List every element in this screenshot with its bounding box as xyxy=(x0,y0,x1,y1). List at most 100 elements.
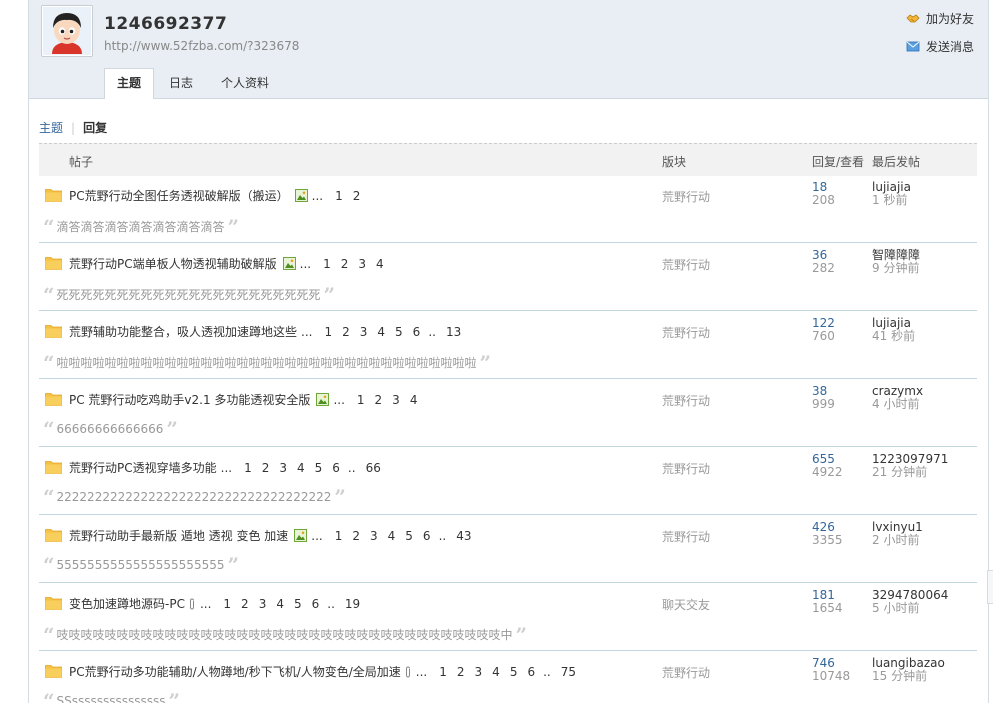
view-count: 10748 xyxy=(812,669,851,683)
page-link[interactable]: 4 xyxy=(377,325,385,339)
page-link[interactable]: 5 xyxy=(395,325,403,339)
avatar[interactable] xyxy=(41,5,93,57)
page-link[interactable]: 1 xyxy=(335,529,343,543)
thread-title-link[interactable]: 荒野行动PC透视穿墙多功能 xyxy=(69,459,217,476)
thread-counts: 426 3355 xyxy=(812,521,843,547)
page-link[interactable]: 1 xyxy=(223,597,231,611)
open-quote-icon: “ xyxy=(43,553,55,577)
page-link[interactable]: 5 xyxy=(294,597,302,611)
page-link[interactable]: 3 xyxy=(370,529,378,543)
thread-forum-link[interactable]: 荒野行动 xyxy=(662,664,710,681)
thread-forum-link[interactable]: 荒野行动 xyxy=(662,528,710,545)
page-link[interactable]: 3 xyxy=(259,597,267,611)
page-more: .. xyxy=(428,324,436,339)
thread-forum-link[interactable]: 荒野行动 xyxy=(662,188,710,205)
page-link[interactable]: 1 xyxy=(244,461,252,475)
table-row: PC 荒野行动吃鸡助手v2.1 多功能透视安全版... 1 2 3 4 荒野行动 38 999… xyxy=(39,379,977,447)
page-link[interactable]: 6 xyxy=(413,325,421,339)
page-link[interactable]: 1 xyxy=(439,665,447,679)
page-link-last[interactable]: 43 xyxy=(456,529,471,543)
thread-forum-link[interactable]: 聊天交友 xyxy=(662,596,710,613)
thread-title-link[interactable]: 变色加速蹲地源码-PC xyxy=(69,595,185,612)
column-post: 帖子 xyxy=(69,155,94,169)
page-link[interactable]: 4 xyxy=(388,529,396,543)
page-link[interactable]: 2 xyxy=(341,257,349,271)
last-post-time: 15 分钟前 xyxy=(872,669,928,683)
reply-quote-text[interactable]: 66666666666666 xyxy=(57,422,164,436)
page-link-last[interactable]: 19 xyxy=(345,597,360,611)
page-link-last[interactable]: 13 xyxy=(446,325,461,339)
page-link[interactable]: 2 xyxy=(262,461,270,475)
thread-title-link[interactable]: PC 荒野行动吃鸡助手v2.1 多功能透视安全版 xyxy=(69,391,310,408)
page-link[interactable]: 3 xyxy=(279,461,287,475)
add-friend-button[interactable]: 加为好友 xyxy=(906,10,974,26)
page-link[interactable]: 6 xyxy=(423,529,431,543)
page-link[interactable]: 1 xyxy=(323,257,331,271)
reply-quote-text[interactable]: SSsssssssssssssss xyxy=(57,694,166,703)
thread-title-link[interactable]: PC荒野行动多功能辅助/人物蹲地/秒下飞机/人物变色/全局加速 xyxy=(69,663,401,680)
last-post-time: 1 秒前 xyxy=(872,193,908,207)
page-link[interactable]: 2 xyxy=(375,393,383,407)
reply-quote-text[interactable]: 啦啦啦啦啦啦啦啦啦啦啦啦啦啦啦啦啦啦啦啦啦啦啦啦啦啦啦啦啦啦啦啦啦啦啦 xyxy=(57,354,477,371)
title-ellipsis: ... xyxy=(299,256,312,271)
side-scroll-handle[interactable] xyxy=(987,570,993,604)
subnav-replies-current[interactable]: 回复 xyxy=(83,121,107,135)
thread-forum-link[interactable]: 荒野行动 xyxy=(662,392,710,409)
thread-title-link[interactable]: 荒野行动PC端单板人物透视辅助破解版 xyxy=(69,255,277,272)
page-link[interactable]: 4 xyxy=(492,665,500,679)
tab-blog[interactable]: 日志 xyxy=(156,68,206,98)
thread-counts: 122 760 xyxy=(812,317,835,343)
reply-quote-text[interactable]: 222222222222222222222222222222222222 xyxy=(57,490,332,504)
page-link[interactable]: 3 xyxy=(392,393,400,407)
page-link[interactable]: 3 xyxy=(360,325,368,339)
page-link[interactable]: 1 xyxy=(335,189,343,203)
page-link[interactable]: 2 xyxy=(352,529,360,543)
tab-threads[interactable]: 主题 xyxy=(104,68,155,99)
page-link[interactable]: 6 xyxy=(332,461,340,475)
reply-quote-text[interactable]: 死死死死死死死死死死死死死死死死死死死死死死 xyxy=(57,286,321,303)
folder-icon xyxy=(45,325,62,338)
page-link[interactable]: 1 xyxy=(357,393,365,407)
page-link[interactable]: 4 xyxy=(276,597,284,611)
page-link[interactable]: 2 xyxy=(353,189,361,203)
page-link[interactable]: 4 xyxy=(376,257,384,271)
page-link[interactable]: 2 xyxy=(342,325,350,339)
thread-title-link[interactable]: 荒野辅助功能整合，吸人透视加速蹲地这些 xyxy=(69,323,297,340)
page-link[interactable]: 3 xyxy=(358,257,366,271)
page-link[interactable]: 4 xyxy=(410,393,418,407)
thread-title-line: PC荒野行动全图任务透视破解版（搬运）... 1 2 xyxy=(69,187,360,204)
thread-counts: 746 10748 xyxy=(812,657,850,683)
reply-quote-text[interactable]: 5555555555555555555555 xyxy=(57,558,225,572)
page-link-last[interactable]: 66 xyxy=(366,461,381,475)
page-link[interactable]: 4 xyxy=(297,461,305,475)
send-message-button[interactable]: 发送消息 xyxy=(906,38,974,54)
page-link-last[interactable]: 75 xyxy=(561,665,576,679)
page-link[interactable]: 3 xyxy=(475,665,483,679)
page-link[interactable]: 2 xyxy=(457,665,465,679)
page-link[interactable]: 6 xyxy=(312,597,320,611)
close-quote-icon: ” xyxy=(323,282,336,307)
subnav-threads-link[interactable]: 主题 xyxy=(39,121,63,135)
page-link[interactable]: 6 xyxy=(527,665,535,679)
page-link[interactable]: 5 xyxy=(405,529,413,543)
column-forum: 版块 xyxy=(662,155,687,169)
page-link[interactable]: 1 xyxy=(324,325,332,339)
reply-quote-text[interactable]: 吱吱吱吱吱吱吱吱吱吱吱吱吱吱吱吱吱吱吱吱吱吱吱吱吱吱吱吱吱吱吱吱吱吱吱吱吱中 xyxy=(57,626,513,643)
page-link[interactable]: 5 xyxy=(315,461,323,475)
reply-quote-text[interactable]: 滴答滴答滴答滴答滴答滴答滴答 xyxy=(57,218,225,235)
thread-title-link[interactable]: 荒野行动助手最新版 遁地 透视 变色 加速 xyxy=(69,527,288,544)
page-link[interactable]: 5 xyxy=(510,665,518,679)
thread-forum-link[interactable]: 荒野行动 xyxy=(662,460,710,477)
image-icon xyxy=(294,529,308,542)
column-reply-view: 回复/查看 xyxy=(812,155,865,169)
thread-forum-link[interactable]: 荒野行动 xyxy=(662,256,710,273)
thread-title-link[interactable]: PC荒野行动全图任务透视破解版（搬运） xyxy=(69,187,289,204)
profile-header: 1246692377 http://www.52fzba.com/?323678… xyxy=(29,0,988,99)
open-quote-icon: “ xyxy=(43,282,55,307)
thread-forum-link[interactable]: 荒野行动 xyxy=(662,324,710,341)
subnav-separator: | xyxy=(71,121,76,135)
view-count: 282 xyxy=(812,261,835,275)
tab-profile[interactable]: 个人资料 xyxy=(208,68,282,98)
page-more: .. xyxy=(347,460,356,475)
page-link[interactable]: 2 xyxy=(241,597,249,611)
